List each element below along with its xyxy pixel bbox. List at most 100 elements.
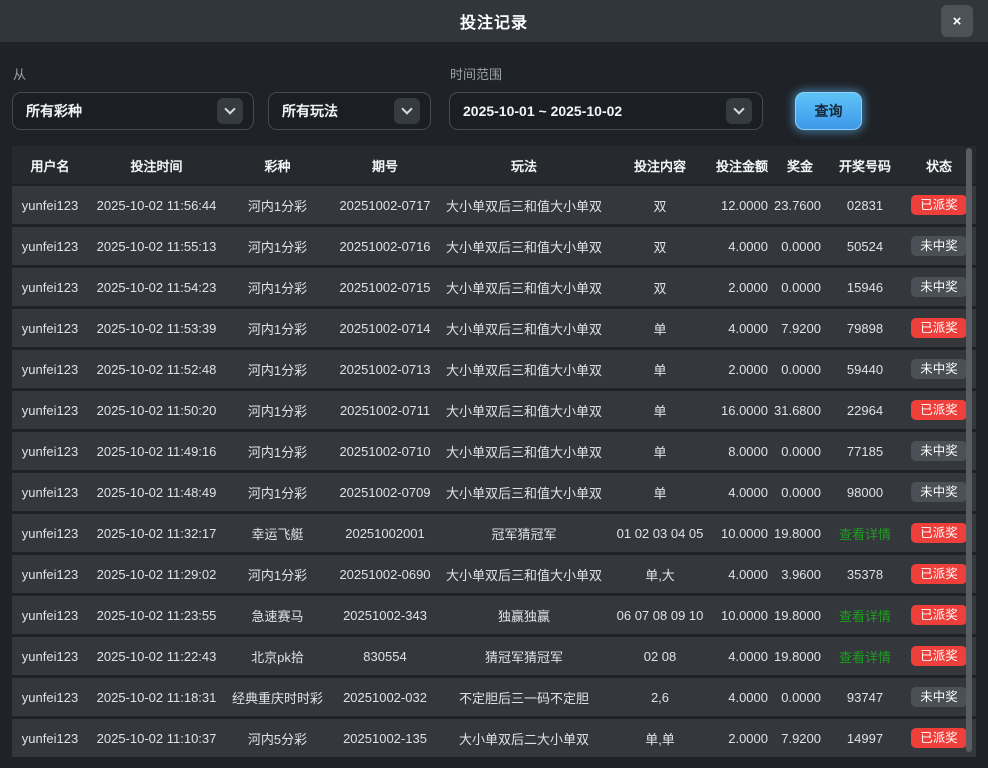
column-header: 用户名	[12, 146, 88, 184]
cell-lottery: 经典重庆时时彩	[225, 678, 330, 716]
cell-bet-content: 2,6	[608, 678, 712, 716]
cell-status: 已派奖	[902, 719, 976, 757]
column-header: 彩种	[225, 146, 330, 184]
cell-play: 大小单双后三和值大小单双	[440, 268, 608, 306]
cell-play: 大小单双后三和值大小单双	[440, 309, 608, 347]
cell-lottery: 河内1分彩	[225, 432, 330, 470]
cell-status: 未中奖	[902, 473, 976, 511]
cell-lottery: 河内1分彩	[225, 186, 330, 224]
status-badge: 已派奖	[911, 195, 967, 216]
cell-username: yunfei123	[12, 350, 88, 388]
column-header: 玩法	[440, 146, 608, 184]
play-type-select[interactable]: 所有玩法	[268, 92, 431, 130]
cell-status: 已派奖	[902, 596, 976, 634]
status-badge: 已派奖	[911, 523, 967, 544]
cell-bet-time: 2025-10-02 11:18:31	[88, 678, 225, 716]
cell-issue: 20251002-0717	[330, 186, 440, 224]
cell-status: 未中奖	[902, 432, 976, 470]
cell-prize: 0.0000	[772, 227, 828, 265]
table-row: yunfei123 2025-10-02 11:49:16 河内1分彩 2025…	[12, 432, 976, 470]
cell-prize: 3.9600	[772, 555, 828, 593]
cell-issue: 20251002-343	[330, 596, 440, 634]
query-button[interactable]: 查询	[795, 92, 862, 130]
play-type-value: 所有玩法	[282, 101, 386, 121]
cell-bet-content: 单	[608, 309, 712, 347]
cell-username: yunfei123	[12, 678, 88, 716]
cell-prize: 7.9200	[772, 309, 828, 347]
cell-bet-time: 2025-10-02 11:23:55	[88, 596, 225, 634]
cell-bet-amount: 4.0000	[712, 678, 772, 716]
cell-play: 大小单双后三和值大小单双	[440, 350, 608, 388]
table-row: yunfei123 2025-10-02 11:53:39 河内1分彩 2025…	[12, 309, 976, 347]
cell-bet-content: 单	[608, 473, 712, 511]
cell-play: 大小单双后三和值大小单双	[440, 555, 608, 593]
cell-play: 大小单双后三和值大小单双	[440, 432, 608, 470]
cell-bet-content: 01 02 03 04 05	[608, 514, 712, 552]
cell-lottery: 河内1分彩	[225, 268, 330, 306]
cell-issue: 20251002-0716	[330, 227, 440, 265]
table-row: yunfei123 2025-10-02 11:29:02 河内1分彩 2025…	[12, 555, 976, 593]
cell-prize: 19.8000	[772, 596, 828, 634]
cell-status: 已派奖	[902, 309, 976, 347]
from-label: 从	[13, 64, 26, 83]
cell-bet-amount: 4.0000	[712, 227, 772, 265]
chevron-down-icon	[394, 98, 420, 124]
table-row: yunfei123 2025-10-02 11:18:31 经典重庆时时彩 20…	[12, 678, 976, 716]
cell-draw-numbers: 77185	[828, 432, 902, 470]
cell-bet-time: 2025-10-02 11:53:39	[88, 309, 225, 347]
date-range-select[interactable]: 2025-10-01 ~ 2025-10-02	[449, 92, 763, 130]
cell-prize: 0.0000	[772, 678, 828, 716]
cell-issue: 20251002-032	[330, 678, 440, 716]
cell-username: yunfei123	[12, 555, 88, 593]
cell-lottery: 河内1分彩	[225, 350, 330, 388]
lottery-type-select[interactable]: 所有彩种	[12, 92, 254, 130]
cell-prize: 23.7600	[772, 186, 828, 224]
view-details-link[interactable]: 查看详情	[828, 596, 902, 634]
cell-lottery: 北京pk拾	[225, 637, 330, 675]
cell-prize: 0.0000	[772, 473, 828, 511]
cell-draw-numbers: 79898	[828, 309, 902, 347]
cell-status: 未中奖	[902, 350, 976, 388]
cell-bet-amount: 8.0000	[712, 432, 772, 470]
cell-prize: 0.0000	[772, 268, 828, 306]
cell-bet-content: 单	[608, 350, 712, 388]
modal-title: 投注记录	[460, 9, 528, 33]
table-scrollbar[interactable]	[966, 148, 972, 752]
cell-bet-time: 2025-10-02 11:50:20	[88, 391, 225, 429]
chevron-down-icon	[217, 98, 243, 124]
cell-play: 大小单双后三和值大小单双	[440, 473, 608, 511]
status-badge: 未中奖	[911, 482, 967, 503]
cell-bet-amount: 10.0000	[712, 514, 772, 552]
cell-issue: 20251002001	[330, 514, 440, 552]
close-button[interactable]: ×	[941, 5, 973, 37]
cell-bet-content: 双	[608, 227, 712, 265]
cell-draw-numbers: 50524	[828, 227, 902, 265]
cell-prize: 0.0000	[772, 432, 828, 470]
cell-bet-amount: 4.0000	[712, 309, 772, 347]
cell-username: yunfei123	[12, 391, 88, 429]
cell-draw-numbers: 98000	[828, 473, 902, 511]
cell-play: 大小单双后三和值大小单双	[440, 391, 608, 429]
cell-bet-content: 单,单	[608, 719, 712, 757]
cell-bet-time: 2025-10-02 11:49:16	[88, 432, 225, 470]
view-details-link[interactable]: 查看详情	[828, 514, 902, 552]
time-range-label: 时间范围	[450, 64, 502, 83]
cell-status: 已派奖	[902, 186, 976, 224]
cell-bet-content: 06 07 08 09 10	[608, 596, 712, 634]
cell-status: 已派奖	[902, 555, 976, 593]
cell-bet-amount: 2.0000	[712, 268, 772, 306]
status-badge: 已派奖	[911, 646, 967, 667]
cell-bet-content: 单	[608, 391, 712, 429]
cell-bet-amount: 4.0000	[712, 555, 772, 593]
cell-bet-amount: 2.0000	[712, 350, 772, 388]
cell-lottery: 河内1分彩	[225, 227, 330, 265]
status-badge: 已派奖	[911, 400, 967, 421]
cell-prize: 19.8000	[772, 514, 828, 552]
cell-status: 已派奖	[902, 391, 976, 429]
cell-bet-time: 2025-10-02 11:48:49	[88, 473, 225, 511]
cell-draw-numbers: 59440	[828, 350, 902, 388]
cell-play: 独赢独赢	[440, 596, 608, 634]
status-badge: 已派奖	[911, 318, 967, 339]
cell-bet-amount: 2.0000	[712, 719, 772, 757]
view-details-link[interactable]: 查看详情	[828, 637, 902, 675]
